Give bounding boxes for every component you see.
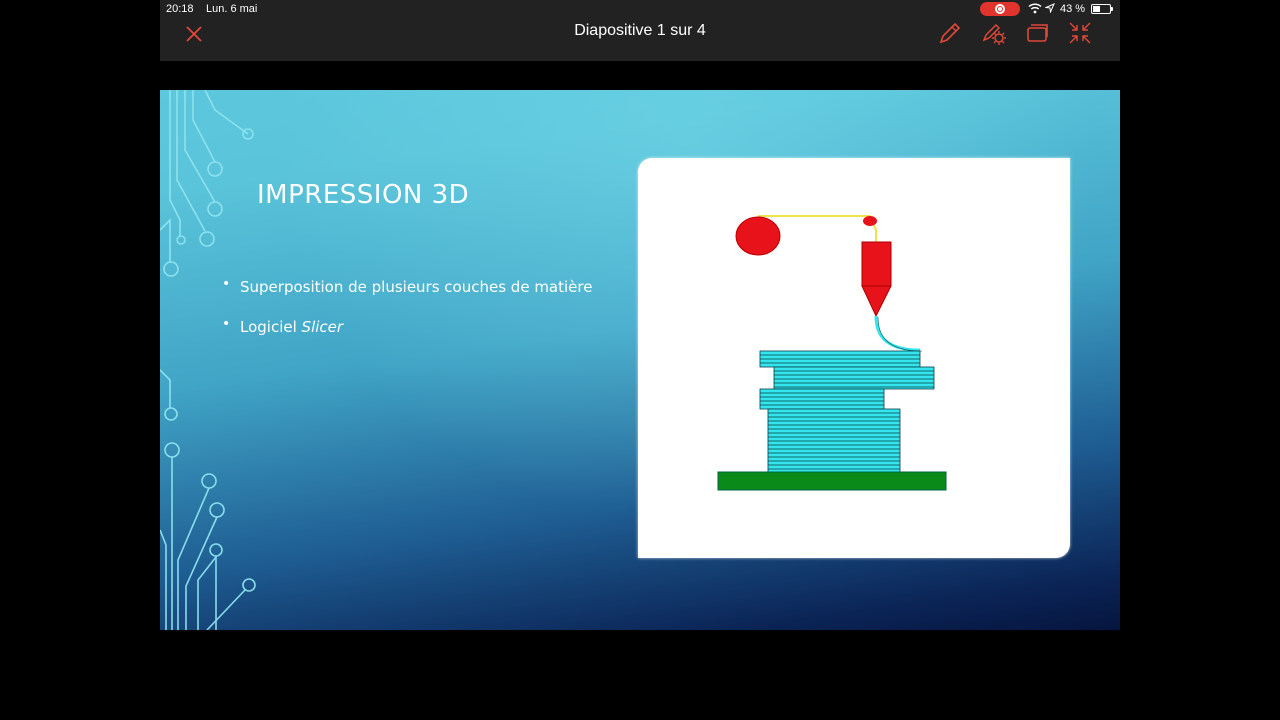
bullet-text: Superposition de plusieurs couches de ma…: [240, 278, 593, 296]
location-arrow-icon: [1045, 3, 1055, 13]
3d-printer-illustration: [638, 158, 1070, 558]
wifi-icon: [1028, 3, 1042, 14]
extruder-body: [861, 241, 892, 287]
extruder-nozzle: [861, 285, 892, 318]
presentation-toolbar: Diapositive 1 sur 4: [160, 18, 1120, 61]
bullet-text-prefix: Logiciel: [240, 318, 302, 336]
filament-roller: [863, 216, 877, 226]
screen-record-icon[interactable]: [980, 2, 1020, 16]
filament-spool: [735, 216, 781, 256]
bullet-text: Logiciel Slicer: [240, 318, 343, 336]
printed-layers: [759, 350, 935, 473]
close-icon[interactable]: [182, 22, 206, 46]
settings-pen-icon[interactable]: [981, 20, 1007, 46]
battery-icon: [1091, 4, 1111, 14]
collapse-icon[interactable]: [1067, 20, 1093, 46]
status-date: Lun. 6 mai: [206, 3, 258, 15]
bullet-text-emphasis: Slicer: [301, 318, 344, 336]
slide-canvas: IMPRESSION 3D • Superposition de plusieu…: [160, 90, 1120, 630]
extruded-strand: [874, 315, 921, 352]
build-plate: [717, 471, 947, 491]
status-bar: 20:18 Lun. 6 mai 43 %: [160, 0, 1120, 18]
3d-printer-drawing: [717, 215, 947, 491]
slide-title: IMPRESSION 3D: [257, 180, 470, 210]
slides-icon[interactable]: [1024, 20, 1050, 46]
bullet-marker: •: [222, 316, 231, 332]
slide-counter-title: Diapositive 1 sur 4: [574, 22, 706, 39]
battery-nub: [1111, 7, 1113, 11]
battery-percent: 43 %: [1060, 3, 1086, 15]
circuit-decoration: [160, 90, 256, 630]
ipad-screen: Diapositive 1 sur 4 20:18 Lun. 6 mai 43 …: [160, 0, 1120, 630]
pen-icon[interactable]: [937, 20, 963, 46]
bullet-marker: •: [222, 276, 231, 292]
status-time: 20:18: [166, 3, 194, 15]
